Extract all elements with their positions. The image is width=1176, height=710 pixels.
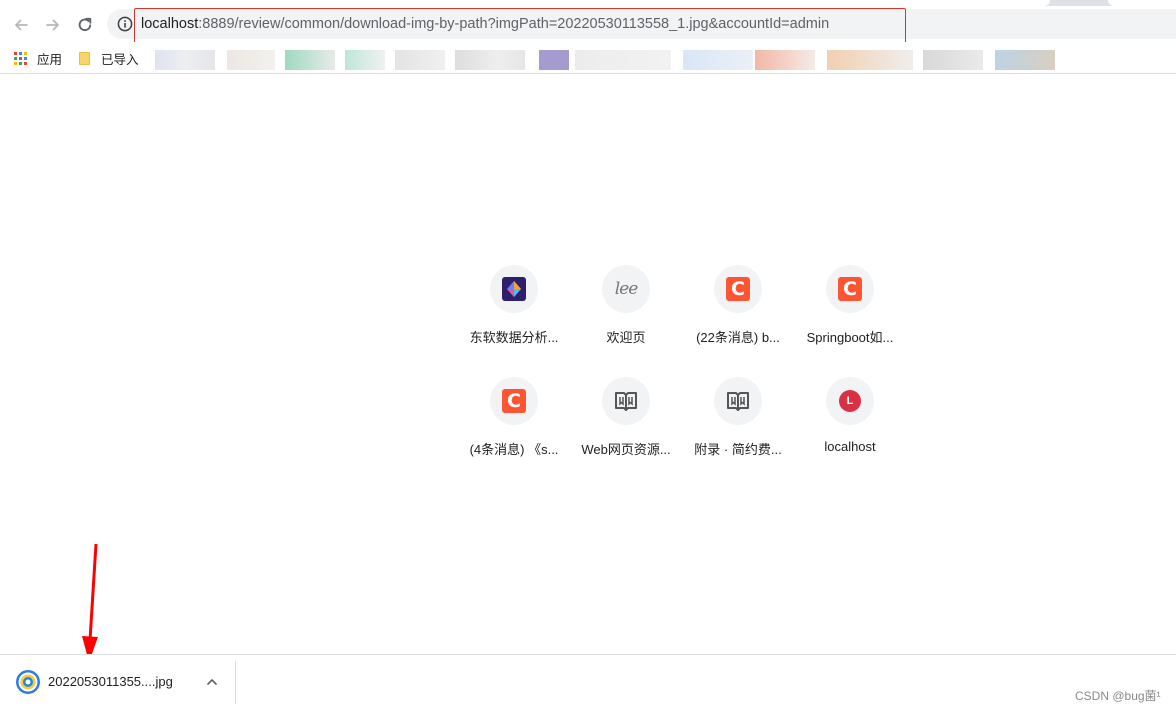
- tile-label: Web网页资源...: [581, 442, 671, 457]
- tile-label: 附录 · 简约费...: [694, 442, 782, 457]
- watermark: CSDN @bug菌¹: [1075, 689, 1161, 703]
- apps-grid-icon: [14, 51, 27, 65]
- shortcut-tile[interactable]: 附录 · 简约费...: [682, 377, 794, 481]
- tile-label: 东软数据分析...: [469, 330, 559, 345]
- csdn-c-icon: C: [838, 277, 862, 301]
- download-divider: [235, 661, 236, 704]
- tile-icon-circle: [490, 265, 538, 313]
- info-icon[interactable]: [117, 16, 133, 32]
- tile-label: 欢迎页: [606, 330, 646, 345]
- book-icon: [727, 392, 749, 411]
- download-shelf: 2022053011355....jpg CSDN @bug菌¹: [0, 654, 1176, 710]
- tile-icon-circle: [714, 377, 762, 425]
- forward-button[interactable]: [40, 12, 66, 38]
- tile-label: localhost: [824, 439, 876, 454]
- tile-label: (4条消息) 《s...: [469, 442, 559, 457]
- image-file-icon: [16, 670, 40, 694]
- bookmark-apps-label: 应用: [37, 52, 63, 67]
- lee-logo-icon: lee: [614, 279, 639, 299]
- folder-icon: [79, 51, 90, 65]
- tile-icon-circle: C: [826, 265, 874, 313]
- chevron-up-icon[interactable]: [205, 675, 219, 689]
- tile-icon-circle: L: [826, 377, 874, 425]
- shortcut-tile[interactable]: C Springboot如...: [794, 265, 906, 369]
- shortcut-tile[interactable]: C (22条消息) b...: [682, 265, 794, 369]
- reload-icon: [78, 17, 92, 32]
- shortcut-tile[interactable]: Web网页资源...: [570, 377, 682, 481]
- csdn-c-icon: C: [502, 389, 526, 413]
- letter-l-icon: L: [839, 390, 861, 412]
- tile-icon-circle: [602, 377, 650, 425]
- tile-label: (22条消息) b...: [696, 330, 780, 345]
- tile-icon-circle: lee: [602, 265, 650, 313]
- shortcut-tile[interactable]: C (4条消息) 《s...: [458, 377, 570, 481]
- download-filename: 2022053011355....jpg: [48, 674, 173, 689]
- book-icon: [615, 392, 637, 411]
- arrow-right-icon: [46, 19, 59, 31]
- bookmark-apps[interactable]: 应用: [14, 49, 62, 67]
- shortcut-tile[interactable]: L localhost: [794, 377, 906, 481]
- tile-icon-circle: C: [490, 377, 538, 425]
- csdn-c-icon: C: [726, 277, 750, 301]
- bookmark-imported-label: 已导入: [101, 52, 139, 67]
- shortcut-tile[interactable]: lee 欢迎页: [570, 265, 682, 369]
- arrow-left-icon: [15, 19, 28, 31]
- blurred-bookmarks: [155, 50, 1075, 70]
- download-item[interactable]: 2022053011355....jpg: [12, 667, 232, 697]
- bookmark-imported-folder[interactable]: 已导入: [79, 49, 139, 67]
- tile-label: Springboot如...: [806, 330, 894, 345]
- reload-button[interactable]: [72, 12, 98, 38]
- back-button[interactable]: [8, 12, 34, 38]
- diamond-logo-icon: [502, 277, 526, 301]
- tile-icon-circle: C: [714, 265, 762, 313]
- shortcut-tile[interactable]: 东软数据分析...: [458, 265, 570, 369]
